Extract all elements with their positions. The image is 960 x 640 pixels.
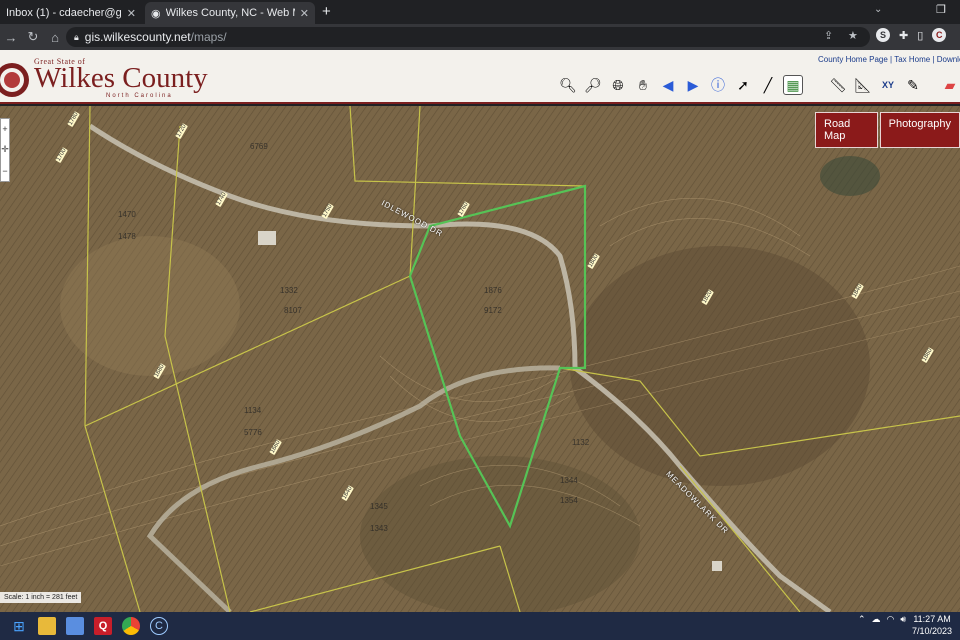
sidepanel-icon[interactable]: ▯ [917,29,923,42]
previous-extent-icon[interactable]: ◀ [658,75,678,95]
logo-title[interactable]: Wilkes County [34,62,208,94]
browser-tab-strip: Inbox (1) - cdaecher@gmail.com ✕ ◉ Wilke… [0,0,960,24]
restore-window-icon[interactable]: ❐ [936,3,946,16]
parcel-label: 1343 [370,524,388,533]
parcel-label: 1345 [370,502,388,511]
profile-avatar[interactable]: C [932,28,947,42]
scale-indicator: Scale: 1 inch = 281 feet [0,592,82,603]
close-icon[interactable]: ✕ [127,7,136,20]
aerial-imagery[interactable] [0,106,960,612]
county-seal-icon [0,63,29,97]
puzzle-icon[interactable]: ✚ [899,29,908,42]
address-bar[interactable]: 🔒︎ gis.wilkescounty.net/maps/ ⇪ ★ [66,27,870,47]
parcel-label: 5776 [244,428,262,437]
parcel-label: 1332 [280,286,298,295]
map-view[interactable]: Road Map Photography + ✛ − IDLEWOOD DR M… [0,106,960,612]
wifi-icon[interactable]: ◠ [887,614,895,625]
back-icon[interactable]: → [0,30,22,45]
system-tray: ⌃ ☁︎ ◠ 🔊︎ [858,614,906,625]
zoom-in-icon[interactable]: 🔍︎ [558,75,578,95]
clock-time: 11:27 AM [913,614,951,624]
extension-s-icon[interactable]: S [876,28,890,42]
select-arrow-icon[interactable]: ➚ [733,75,753,95]
measure-line-icon[interactable]: ╱ [758,75,778,95]
tab-title: Inbox (1) - cdaecher@gmail.com [6,7,122,19]
home-icon[interactable]: ⌂ [44,30,66,45]
parcel-label: 1478 [118,232,136,241]
pan-cross-icon[interactable]: ✛ [1,144,9,155]
measure-distance-icon[interactable]: 📏︎ [828,75,848,95]
basemap-switcher: Road Map Photography [815,112,960,148]
full-extent-globe-icon[interactable]: 🌐︎ [608,75,628,95]
pan-hand-icon[interactable]: ✋︎ [633,75,653,95]
taskbar-clock[interactable]: 11:27 AM 7/10/2023 [912,613,952,637]
url-host: gis.wilkescounty.net [84,30,191,44]
new-tab-button[interactable]: + [322,4,331,20]
parcel-label: 1876 [484,286,502,295]
eraser-icon[interactable]: ▰ [940,75,960,95]
windows-taskbar: ⊞ Q C [0,612,960,640]
file-explorer-icon[interactable] [38,617,56,635]
url-path: /maps/ [190,30,227,44]
cloud-icon[interactable]: ☁︎ [872,614,881,625]
photography-button[interactable]: Photography [879,112,960,148]
parcel-label: 1132 [572,438,590,447]
parcel-label: 6769 [250,142,268,151]
map-toolbar: 🔍︎ 🔎︎ 🌐︎ ✋︎ ◀ ▶ ⓘ ➚ ╱ ▦ [558,75,803,95]
quicken-icon[interactable]: Q [94,617,112,635]
lock-icon: 🔒︎ [74,31,79,42]
site-header: Great State of Wilkes County North Carol… [0,50,960,104]
info-icon[interactable]: ⓘ [708,75,728,95]
tab-title: Wilkes County, NC - Web Map V [165,7,295,19]
browser-toolbar: → ↻ ⌂ 🔒︎ gis.wilkescounty.net/maps/ ⇪ ★ [0,24,960,50]
parcel-label: 1134 [244,406,262,415]
notes-icon[interactable] [66,617,84,635]
next-extent-icon[interactable]: ▶ [683,75,703,95]
globe-icon: ◉ [151,7,161,20]
parcel-label: 9172 [484,306,502,315]
extension-icons: S ✚ ▯ C [876,28,947,42]
logo-state: North Carolina [106,93,173,99]
copyright-app-icon[interactable]: C [150,617,168,635]
tab-gmail[interactable]: Inbox (1) - cdaecher@gmail.com ✕ [0,2,142,24]
parcel-label: 1354 [560,496,578,505]
zoom-out-icon[interactable]: 🔎︎ [583,75,603,95]
chevron-down-icon[interactable]: ⌄ [874,4,882,15]
tab-wilkes-map[interactable]: ◉ Wilkes County, NC - Web Map V ✕ [145,2,315,24]
reload-icon[interactable]: ↻ [22,29,44,45]
parcel-label: 8107 [284,306,302,315]
identify-parcel-icon[interactable]: ▦ [783,75,803,95]
draw-pencil-icon[interactable]: ✎ [903,75,923,95]
measure-area-icon[interactable]: 📐︎ [853,75,873,95]
zoom-slider[interactable]: + ✛ − [0,118,10,182]
star-icon[interactable]: ★ [848,29,858,42]
zoom-plus-icon[interactable]: + [2,124,7,134]
header-links[interactable]: County Home Page | Tax Home | Download [818,55,960,64]
close-icon[interactable]: ✕ [300,7,309,20]
chrome-icon[interactable] [122,617,140,635]
share-icon[interactable]: ⇪ [824,29,833,42]
parcel-label: 1470 [118,210,136,219]
map-toolbar-secondary: 📏︎ 📐︎ XY ✎ ▰ [828,75,960,95]
volume-icon[interactable]: 🔊︎ [900,614,906,625]
windows-start-icon[interactable]: ⊞ [10,617,28,635]
road-map-button[interactable]: Road Map [815,112,878,148]
zoom-minus-icon[interactable]: − [2,166,7,176]
xy-coordinate-icon[interactable]: XY [878,75,898,95]
clock-date: 7/10/2023 [912,626,953,636]
parcel-label: 1344 [560,476,578,485]
chevron-up-icon[interactable]: ⌃ [858,614,866,625]
